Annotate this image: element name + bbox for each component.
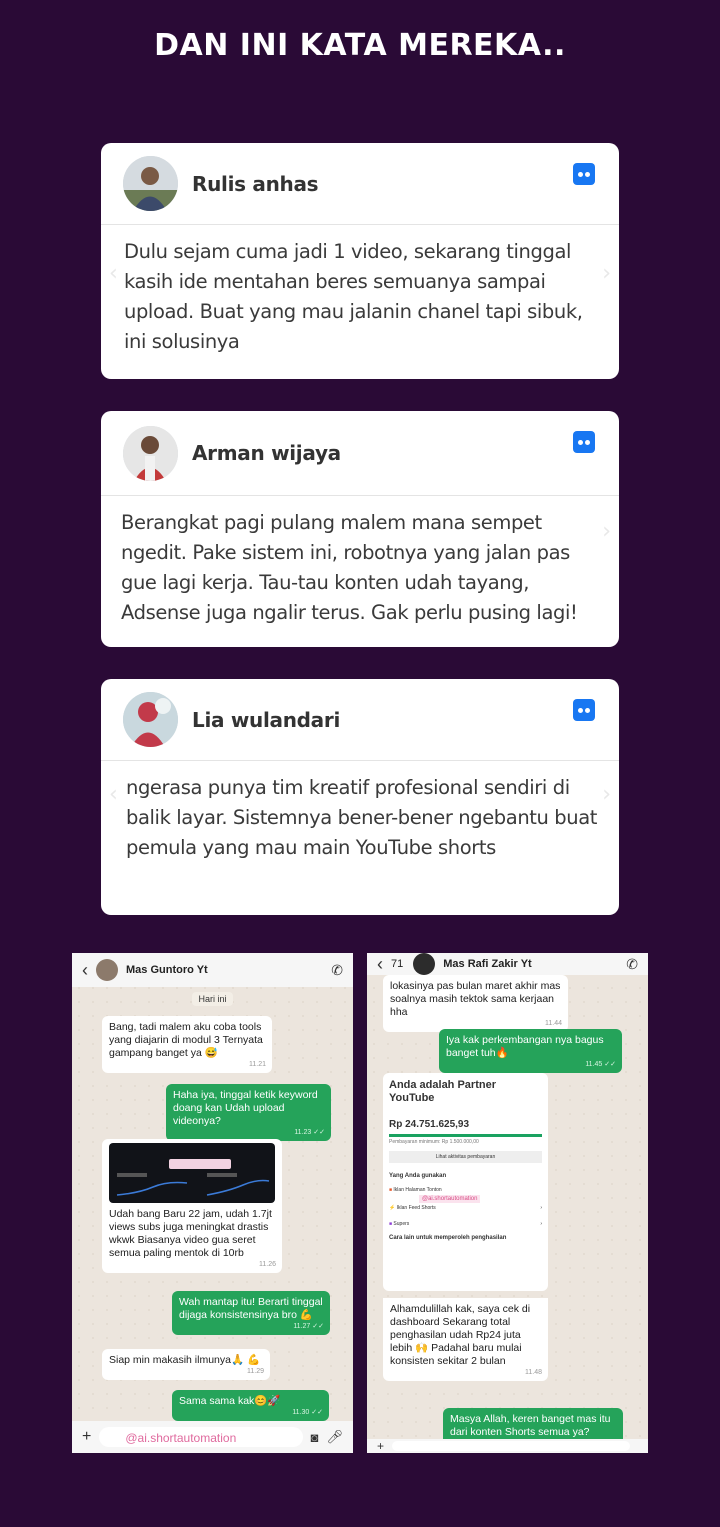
contact-avatar[interactable]: [413, 953, 436, 975]
plus-icon[interactable]: +: [377, 1439, 384, 1453]
chat-header: ‹ Mas Guntoro Yt ✆: [72, 953, 353, 987]
testimonial-card-1: Rulis anhas Dulu sejam cuma jadi 1 video…: [101, 143, 619, 379]
payment-activity-button[interactable]: Lihat aktivitas pembayaran: [389, 1151, 542, 1163]
watermark-text: @ai.shortautomation: [125, 1431, 237, 1445]
reviewer-name: Rulis anhas: [192, 171, 319, 196]
mic-icon[interactable]: 🎤︎: [326, 1429, 343, 1445]
message-input[interactable]: @ai.shortautomation: [99, 1427, 303, 1447]
avatar: [123, 156, 178, 211]
message-out: Sama sama kak😊🚀 11.30 ✓✓: [172, 1390, 329, 1421]
contact-avatar[interactable]: [96, 959, 118, 981]
message-in: Bang, tadi malem aku coba tools yang dia…: [102, 1016, 272, 1073]
earnings-screenshot: Anda adalah Partner YouTube Rp 24.751.62…: [383, 1073, 548, 1291]
uses-heading: Yang Anda gunakan: [389, 1173, 447, 1179]
reviewer-name: Lia wulandari: [192, 707, 340, 732]
card-header: Arman wijaya: [101, 411, 619, 496]
back-icon[interactable]: ‹: [377, 954, 383, 975]
call-icon[interactable]: ✆: [626, 956, 638, 973]
message-out: Haha iya, tinggal ketik keyword doang ka…: [166, 1084, 331, 1141]
earn-item: ■ Supers ›: [389, 1221, 542, 1227]
card-header: Lia wulandari: [101, 679, 619, 761]
contact-name[interactable]: Mas Guntoro Yt: [126, 964, 331, 976]
earn-item: ⚡ Iklan Feed Shorts ›: [389, 1205, 542, 1211]
analytics-screenshot: [109, 1143, 275, 1203]
earn-item: ■ Iklan Halaman Tonton: [389, 1187, 442, 1193]
testimonial-card-2: Arman wijaya Berangkat pagi pulang malem…: [101, 411, 619, 647]
message-in-with-screenshot: Udah bang Baru 22 jam, udah 1.7jt views …: [102, 1139, 282, 1273]
watermark-chip: @ai.shortautomation: [419, 1195, 481, 1203]
chevron-right-icon[interactable]: ›: [602, 261, 611, 286]
chevron-left-icon[interactable]: ‹: [109, 782, 118, 807]
testimonial-text: Berangkat pagi pulang malem mana sempet …: [121, 511, 578, 624]
testimonial-text: ngerasa punya tim kreatif profesional se…: [126, 776, 598, 859]
card-header: Rulis anhas: [101, 143, 619, 225]
reviewer-name: Arman wijaya: [192, 441, 341, 465]
chevron-left-icon[interactable]: ‹: [109, 261, 118, 286]
message-out: Wah mantap itu! Berarti tinggal dijaga k…: [172, 1291, 330, 1335]
chat-screenshot-1: ‹ Mas Guntoro Yt ✆ Hari ini Bang, tadi m…: [72, 953, 353, 1453]
contact-name[interactable]: Mas Rafi Zakir Yt: [443, 958, 626, 970]
earnings-amount: Rp 24.751.625,93: [389, 1119, 470, 1130]
message-in: lokasinya pas bulan maret akhir mas soal…: [383, 975, 568, 1032]
back-icon[interactable]: ‹: [82, 960, 88, 981]
chevron-right-icon[interactable]: ›: [602, 519, 611, 544]
flickr-icon[interactable]: [573, 163, 595, 185]
supers-icon: ■: [389, 1221, 393, 1227]
plus-icon[interactable]: +: [82, 1428, 91, 1446]
message-in: Alhamdulillah kak, saya cek di dashboard…: [383, 1298, 548, 1381]
watch-page-icon: ■: [389, 1187, 393, 1193]
avatar: [123, 425, 178, 481]
day-divider: Hari ini: [72, 992, 353, 1006]
camera-icon[interactable]: ◙: [311, 1430, 319, 1445]
flickr-icon[interactable]: [573, 431, 595, 453]
shorts-icon: ⚡: [389, 1205, 396, 1211]
earnings-title: Anda adalah Partner YouTube: [389, 1079, 496, 1104]
page-headline: DAN INI KATA MEREKA..: [154, 28, 566, 63]
chat-header: ‹ 71 Mas Rafi Zakir Yt ✆: [367, 953, 648, 975]
avatar: [123, 692, 178, 747]
message-input[interactable]: [392, 1441, 630, 1451]
earnings-minimum: Pembayaran minimum: Rp 1.500.000,00: [389, 1139, 479, 1145]
chevron-right-icon[interactable]: ›: [602, 782, 611, 807]
chat-screenshot-2: ‹ 71 Mas Rafi Zakir Yt ✆ lokasinya pas b…: [367, 953, 648, 1453]
message-out: Iya kak perkembangan nya bagus banget tu…: [439, 1029, 622, 1073]
earnings-progress-bar: [389, 1134, 542, 1137]
unread-count[interactable]: 71: [391, 958, 403, 970]
testimonial-card-3: Lia wulandari ngerasa punya tim kreatif …: [101, 679, 619, 915]
flickr-icon[interactable]: [573, 699, 595, 721]
testimonial-text: Dulu sejam cuma jadi 1 video, sekarang t…: [124, 240, 583, 353]
chat-input-bar: +: [367, 1439, 648, 1453]
message-in: Siap min makasih ilmunya🙏 💪 11.29: [102, 1349, 270, 1380]
earn-more-heading: Cara lain untuk memperoleh penghasilan: [389, 1235, 507, 1241]
chat-input-bar: + @ai.shortautomation ◙ 🎤︎: [72, 1421, 353, 1453]
call-icon[interactable]: ✆: [331, 962, 343, 979]
